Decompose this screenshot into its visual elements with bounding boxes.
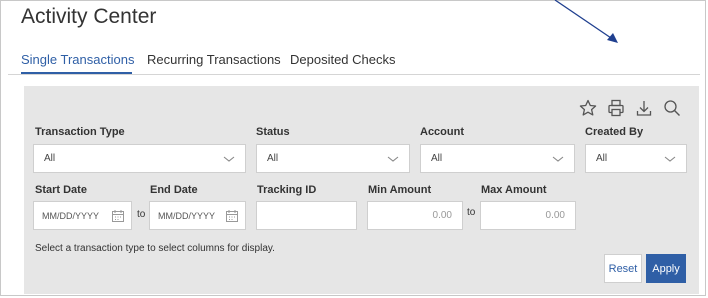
start-date-label: Start Date xyxy=(35,184,87,196)
account-value: All xyxy=(431,153,443,164)
date-range-separator: to xyxy=(137,209,146,220)
status-select[interactable]: All xyxy=(256,144,410,173)
chevron-down-icon xyxy=(552,153,564,165)
end-date-placeholder: MM/DD/YYYY xyxy=(158,211,216,221)
tab-deposited-checks[interactable]: Deposited Checks xyxy=(290,52,396,67)
column-selection-hint: Select a transaction type to select colu… xyxy=(35,243,275,254)
tab-bar: Single Transactions Recurring Transactio… xyxy=(0,50,708,76)
created-by-label: Created By xyxy=(585,126,644,138)
reset-button[interactable]: Reset xyxy=(604,254,642,283)
tab-recurring-transactions[interactable]: Recurring Transactions xyxy=(147,52,281,67)
print-icon[interactable] xyxy=(606,98,626,118)
start-date-placeholder: MM/DD/YYYY xyxy=(42,211,100,221)
chevron-down-icon xyxy=(664,153,676,165)
status-label: Status xyxy=(256,126,290,138)
tracking-id-label: Tracking ID xyxy=(257,184,317,196)
transaction-type-label: Transaction Type xyxy=(35,126,125,138)
min-amount-placeholder: 0.00 xyxy=(432,210,452,221)
max-amount-label: Max Amount xyxy=(481,184,547,196)
end-date-input[interactable]: MM/DD/YYYY xyxy=(149,201,246,230)
search-icon[interactable] xyxy=(662,98,682,118)
end-date-label: End Date xyxy=(150,184,198,196)
account-label: Account xyxy=(420,126,464,138)
calendar-icon[interactable] xyxy=(111,209,125,223)
page-title: Activity Center xyxy=(21,5,157,28)
max-amount-input[interactable]: 0.00 xyxy=(480,201,576,230)
tracking-id-input[interactable] xyxy=(256,201,357,230)
min-amount-label: Min Amount xyxy=(368,184,432,196)
tab-divider xyxy=(8,74,700,75)
tab-single-transactions[interactable]: Single Transactions xyxy=(21,52,134,67)
account-select[interactable]: All xyxy=(420,144,575,173)
apply-button[interactable]: Apply xyxy=(646,254,686,283)
chevron-down-icon xyxy=(387,153,399,165)
chevron-down-icon xyxy=(223,153,235,165)
status-value: All xyxy=(267,153,279,164)
created-by-select[interactable]: All xyxy=(585,144,687,173)
filter-panel: Transaction Type Status Account Created … xyxy=(24,86,699,294)
amount-range-separator: to xyxy=(467,207,476,218)
calendar-icon[interactable] xyxy=(225,209,239,223)
star-icon[interactable] xyxy=(578,98,598,118)
transaction-type-select[interactable]: All xyxy=(33,144,246,173)
download-icon[interactable] xyxy=(634,98,654,118)
transaction-type-value: All xyxy=(44,153,56,164)
max-amount-placeholder: 0.00 xyxy=(545,210,565,221)
created-by-value: All xyxy=(596,153,608,164)
min-amount-input[interactable]: 0.00 xyxy=(367,201,463,230)
start-date-input[interactable]: MM/DD/YYYY xyxy=(33,201,132,230)
